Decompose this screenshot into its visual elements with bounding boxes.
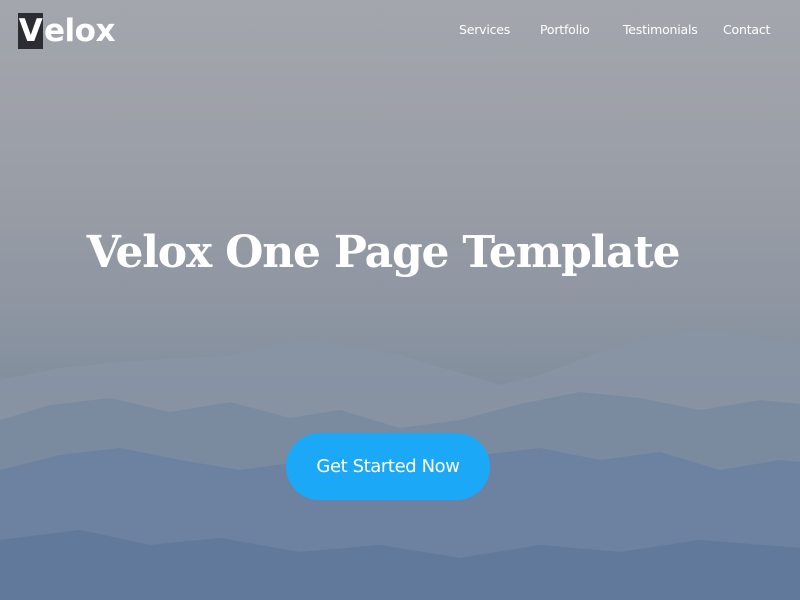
logo-initial: V	[18, 13, 43, 49]
nav-item-services[interactable]: Services	[459, 22, 510, 37]
logo[interactable]: Velox	[18, 12, 115, 50]
site-header: Velox Services Portfolio Testimonials Co…	[0, 0, 800, 64]
nav-item-portfolio[interactable]: Portfolio	[540, 22, 590, 37]
hero-section: Velox Services Portfolio Testimonials Co…	[0, 0, 800, 600]
mountain-background	[0, 330, 800, 600]
nav-item-testimonials[interactable]: Testimonials	[623, 22, 698, 37]
nav-item-contact[interactable]: Contact	[723, 22, 770, 37]
hero-title: Velox One Page Template	[86, 227, 681, 279]
get-started-button[interactable]: Get Started Now	[286, 433, 490, 500]
logo-text: elox	[44, 13, 115, 49]
